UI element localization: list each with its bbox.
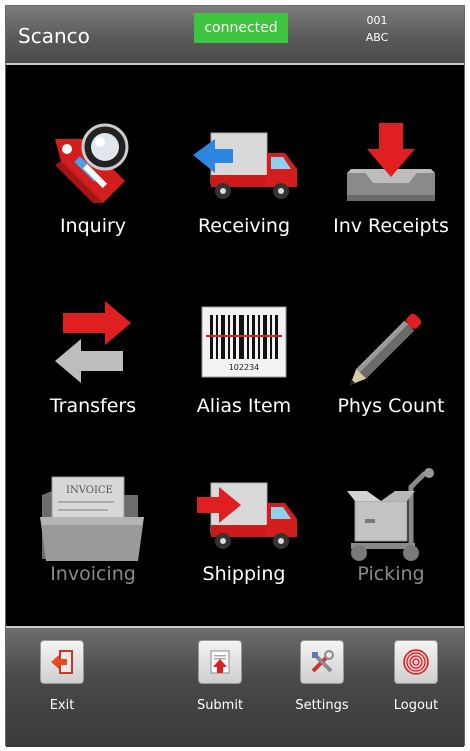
exit-button[interactable]: Exit bbox=[22, 640, 102, 713]
logout-button[interactable]: Logout bbox=[376, 640, 456, 713]
hand-truck-icon bbox=[347, 468, 434, 561]
invoice-text: INVOICE bbox=[66, 485, 113, 496]
logout-label: Logout bbox=[393, 698, 439, 713]
header-code-line1: 001 bbox=[366, 14, 388, 27]
inquiry-icon bbox=[55, 123, 129, 203]
tile-label: Inquiry bbox=[59, 215, 127, 237]
settings-button[interactable]: Settings bbox=[282, 640, 362, 713]
tile-picking[interactable]: Picking bbox=[316, 467, 466, 617]
tile-transfers[interactable]: Transfers bbox=[18, 299, 168, 449]
tile-label: Transfers bbox=[49, 395, 137, 417]
tile-shipping[interactable]: Shipping bbox=[169, 467, 319, 617]
exit-label: Exit bbox=[49, 698, 75, 713]
tile-inquiry[interactable]: Inquiry bbox=[18, 119, 168, 269]
tile-alias-item[interactable]: 102234 Alias Item bbox=[169, 299, 319, 449]
inventory-receipt-icon bbox=[347, 123, 435, 201]
header-code-line2: ABC bbox=[365, 31, 389, 44]
settings-label: Settings bbox=[295, 698, 349, 713]
invoice-folder-icon: INVOICE bbox=[40, 476, 144, 561]
menu-grid: Inquiry Receiving Inv Receipts Transfers… bbox=[6, 65, 464, 625]
tile-phys-count[interactable]: Phys Count bbox=[316, 299, 466, 449]
transfer-arrows-icon bbox=[55, 301, 131, 383]
connection-status-badge: connected bbox=[194, 13, 288, 43]
submit-label: Submit bbox=[196, 698, 244, 713]
settings-tools-icon bbox=[300, 640, 344, 684]
tile-label: Alias Item bbox=[196, 395, 292, 417]
tile-inv-receipts[interactable]: Inv Receipts bbox=[316, 119, 466, 269]
barcode-number: 102234 bbox=[229, 363, 260, 372]
fingerprint-icon bbox=[394, 640, 438, 684]
device-screen: Scanco connected 001 ABC Inquiry Receivi… bbox=[5, 5, 465, 747]
barcode-icon: 102234 bbox=[201, 306, 287, 378]
header-codes: 001 ABC bbox=[352, 12, 402, 46]
pencil-icon bbox=[349, 313, 422, 386]
tile-label: Receiving bbox=[197, 215, 291, 237]
tile-label: Picking bbox=[357, 563, 425, 585]
bottom-toolbar: Exit Submit Settings Logout bbox=[6, 626, 464, 747]
shipping-truck-icon bbox=[197, 482, 297, 549]
submit-upload-icon bbox=[198, 640, 242, 684]
tile-label: Phys Count bbox=[337, 395, 445, 417]
tile-label: Inv Receipts bbox=[333, 215, 449, 237]
submit-button[interactable]: Submit bbox=[180, 640, 260, 713]
tile-label: Shipping bbox=[202, 563, 286, 585]
tile-label: Invoicing bbox=[50, 563, 136, 585]
top-bar: Scanco connected 001 ABC bbox=[6, 6, 464, 65]
app-name: Scanco bbox=[18, 24, 90, 48]
exit-door-icon bbox=[40, 640, 84, 684]
tile-invoicing[interactable]: INVOICE Invoicing bbox=[18, 467, 168, 617]
tile-receiving[interactable]: Receiving bbox=[169, 119, 319, 269]
receiving-truck-icon bbox=[193, 132, 297, 199]
